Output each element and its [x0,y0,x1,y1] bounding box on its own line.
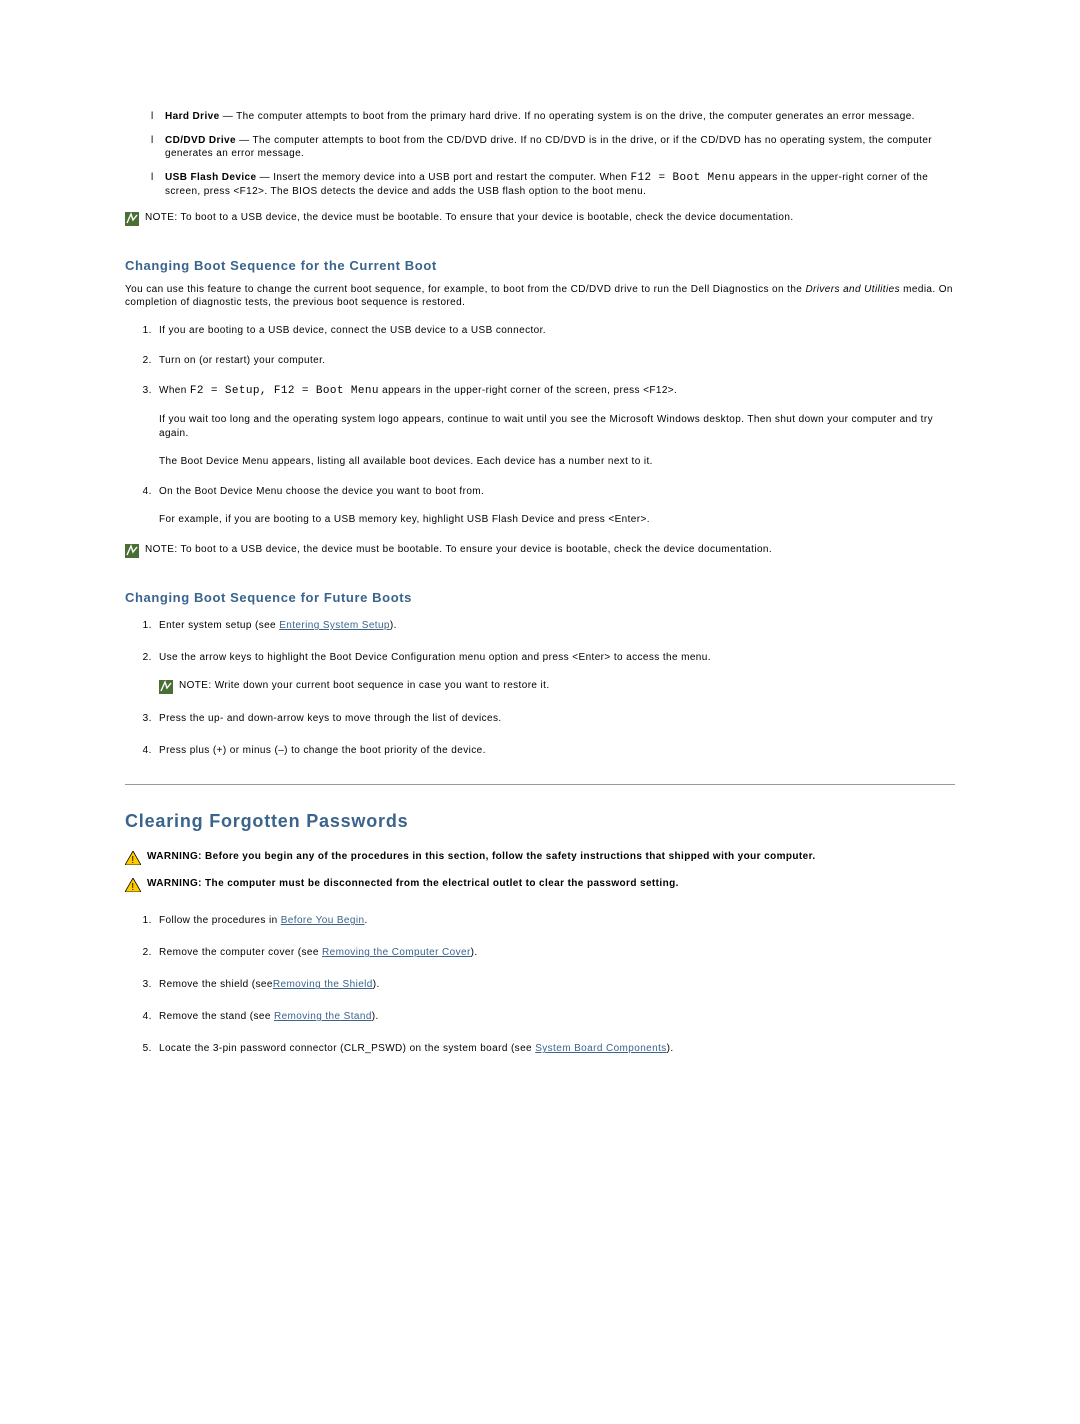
step-subtext: If you wait too long and the operating s… [159,413,955,441]
option-name: USB Flash Device [165,172,256,183]
list-item: USB Flash Device — Insert the memory dev… [155,171,955,199]
link-entering-system-setup[interactable]: Entering System Setup [279,620,390,631]
note: NOTE: To boot to a USB device, the devic… [125,211,955,226]
option-name: CD/DVD Drive [165,135,236,146]
steps-clear-password: Follow the procedures in Before You Begi… [145,914,955,1056]
link-before-you-begin[interactable]: Before You Begin [281,915,365,926]
note-text: Write down your current boot sequence in… [212,680,550,691]
warning-text: The computer must be disconnected from t… [202,878,679,889]
link-system-board-components[interactable]: System Board Components [535,1043,666,1054]
warning-icon: ! [125,878,141,892]
note: NOTE: To boot to a USB device, the devic… [125,543,955,558]
svg-text:!: ! [131,855,134,865]
option-desc: The computer attempts to boot from the p… [236,111,915,122]
step: Use the arrow keys to highlight the Boot… [155,651,955,694]
step: On the Boot Device Menu choose the devic… [155,485,955,527]
warning-label: WARNING: [147,851,202,862]
list-item: Hard Drive — The computer attempts to bo… [155,110,955,124]
warning-label: WARNING: [147,878,202,889]
intro-paragraph: You can use this feature to change the c… [125,283,955,310]
note-icon [159,680,173,694]
note-label: NOTE: [145,212,178,223]
note-text: To boot to a USB device, the device must… [178,544,772,555]
note-label: NOTE: [179,680,212,691]
step: Press the up- and down-arrow keys to mov… [155,712,955,726]
step-subtext: For example, if you are booting to a USB… [159,513,955,527]
inline-note: NOTE: Write down your current boot seque… [159,679,955,694]
link-removing-stand[interactable]: Removing the Stand [274,1011,372,1022]
steps-future-boots: Enter system setup (see Entering System … [145,619,955,758]
mono-text: F2 = Setup, F12 = Boot Menu [190,385,379,397]
option-desc: Insert the memory device into a USB port… [273,172,630,183]
note-icon [125,544,139,558]
step-subtext: The Boot Device Menu appears, listing al… [159,455,955,469]
step: When F2 = Setup, F12 = Boot Menu appears… [155,384,955,469]
note-icon [125,212,139,226]
section-clearing-passwords: Clearing Forgotten Passwords [125,811,955,832]
warning: ! WARNING: Before you begin any of the p… [125,850,955,865]
warning-text: Before you begin any of the procedures i… [202,851,816,862]
link-removing-cover[interactable]: Removing the Computer Cover [322,947,471,958]
document-page: Hard Drive — The computer attempts to bo… [0,0,1080,1424]
step: Remove the shield (seeRemoving the Shiel… [155,978,955,992]
svg-text:!: ! [131,882,134,892]
subheading-current-boot: Changing Boot Sequence for the Current B… [125,258,955,273]
warning: ! WARNING: The computer must be disconne… [125,877,955,892]
subheading-future-boots: Changing Boot Sequence for Future Boots [125,590,955,605]
step: Turn on (or restart) your computer. [155,354,955,368]
divider [125,784,955,785]
step: Press plus (+) or minus (–) to change th… [155,744,955,758]
step: Remove the computer cover (see Removing … [155,946,955,960]
step: Enter system setup (see Entering System … [155,619,955,633]
note-label: NOTE: [145,544,178,555]
option-name: Hard Drive [165,111,220,122]
step: Remove the stand (see Removing the Stand… [155,1010,955,1024]
option-desc: The computer attempts to boot from the C… [165,135,932,160]
list-item: CD/DVD Drive — The computer attempts to … [155,134,955,161]
step: Follow the procedures in Before You Begi… [155,914,955,928]
warning-icon: ! [125,851,141,865]
step: If you are booting to a USB device, conn… [155,324,955,338]
boot-options-list: Hard Drive — The computer attempts to bo… [155,110,955,199]
mono-text: F12 = Boot Menu [631,172,736,184]
steps-current-boot: If you are booting to a USB device, conn… [145,324,955,527]
link-removing-shield[interactable]: Removing the Shield [273,979,373,990]
step: Locate the 3-pin password connector (CLR… [155,1042,955,1056]
note-text: To boot to a USB device, the device must… [178,212,794,223]
